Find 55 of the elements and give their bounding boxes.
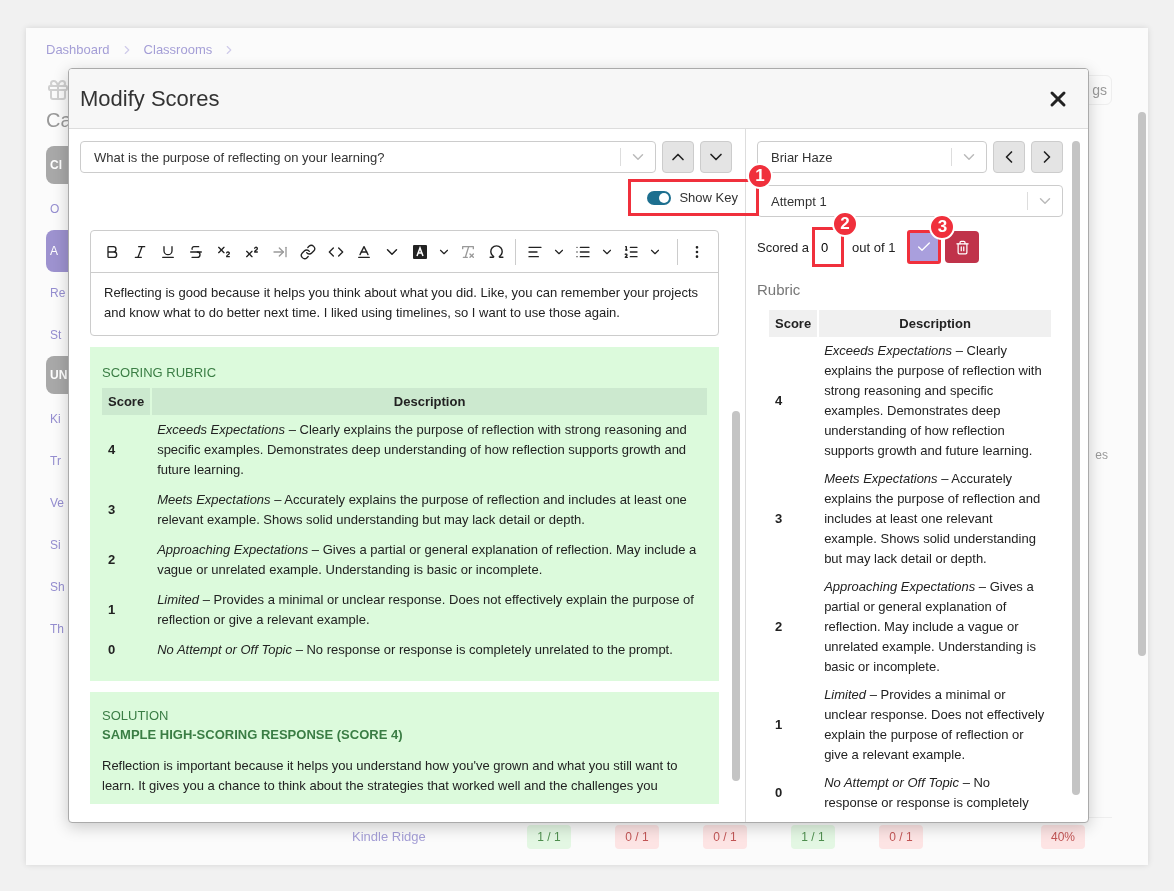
column-header: Score <box>102 388 152 415</box>
next-button[interactable] <box>700 141 732 173</box>
total-pill: 40% <box>1041 824 1085 849</box>
breadcrumb-link[interactable]: Classrooms <box>143 42 213 57</box>
score-cell-text: 0 <box>107 641 117 659</box>
description-cell: Exceeds Expectations – Clearly explains the purpose of reflection with strong reasoning and specific examples. Demonstrates deep understanding of how reflection supports growth and future learning. <box>151 415 707 485</box>
score-pill: 1 / 1 <box>791 824 835 849</box>
solution-subtitle: SAMPLE HIGH-SCORING RESPONSE (SCORE 4) <box>102 727 404 742</box>
column-header: Description <box>818 310 1051 337</box>
score-cell: 4 <box>102 415 152 485</box>
score-cell-text: 2 <box>774 618 784 636</box>
rubric-title: Rubric <box>757 281 802 298</box>
score-total: out of 1 <box>852 239 896 255</box>
callout-badge: 1 <box>747 163 773 189</box>
previous-button[interactable] <box>993 141 1025 173</box>
rubric-title: SCORING RUBRIC <box>102 365 218 380</box>
student-name: Kindle Ridge <box>352 829 427 844</box>
description-cell-text: No Attempt or Off Topic – No response or response is completely unrelated to the prompt. <box>156 641 674 659</box>
breadcrumb-link[interactable]: Dashboard <box>46 42 110 57</box>
column-header: Description <box>151 388 707 415</box>
answer-text: Reflecting is good because it helps you think about what you did. Like, you can remember your projects and know what to do better next time. I liked using timelines, so I want to use those again. <box>103 284 699 322</box>
description-cell-text: Approaching Expectations – Gives a partial or general explanation of reflection. May include a vague or unrelated example. Understanding is basic or incomplete. <box>823 578 1037 676</box>
column-label: es <box>1095 448 1108 462</box>
score-pill: 0 / 1 <box>703 824 747 849</box>
delete-button[interactable] <box>945 231 980 263</box>
score-cell-text: 1 <box>107 601 117 619</box>
description-cell-text: Approaching Expectations – Gives a partial or general explanation of reflection. May include a vague or unrelated example. Understanding is basic or incomplete. <box>156 541 698 579</box>
dropdown-select[interactable]: What is the purpose of reflecting on your learning? <box>80 141 656 173</box>
score-cell: 4 <box>769 337 819 465</box>
score-pill: 1 / 1 <box>527 824 571 849</box>
previous-button[interactable] <box>662 141 694 173</box>
modal-title: Modify Scores <box>80 85 220 112</box>
score-cell-text: 3 <box>107 501 117 519</box>
score-pill: 0 / 1 <box>879 824 923 849</box>
trash-icon <box>954 239 970 255</box>
description-cell-text: Meets Expectations – Accurately explains the purpose of reflection and includes at least one relevant example. Shows solid understanding but may lack detail or depth. <box>823 470 1042 568</box>
rich-text-editor[interactable]: Reflecting is good because it helps you think about what you did. Like, you can remember your projects and know what to do better next time. I liked using timelines, so I want to use those again. <box>90 230 719 336</box>
score-cell-text: 2 <box>107 551 117 569</box>
next-button[interactable] <box>1031 141 1063 173</box>
score-pill: 0 / 1 <box>615 824 659 849</box>
score-cell-text: 1 <box>774 716 784 734</box>
solution-text: Reflection is important because it helps you understand how you've grown and what you still want to learn. It gives you a chance to think about the strategies that worked well and the challenges you <box>102 757 679 795</box>
score-cell-text: 0 <box>774 784 784 802</box>
gift-icon <box>46 78 70 102</box>
solution-title: SOLUTION <box>102 708 170 723</box>
description-cell-text: Meets Expectations – Accurately explains the purpose of reflection and includes at least one relevant example. Shows solid understanding but may lack detail or depth. <box>156 491 688 529</box>
dropdown-select[interactable]: Attempt 1 <box>757 185 1063 217</box>
description-cell-text: Limited – Provides a minimal or unclear response. Does not effectively explain the purpose of reflection or give a relevant example. <box>823 686 1046 764</box>
description-cell: Exceeds Expectations – Clearly explains the purpose of reflection with strong reasoning and specific examples. Demonstrates deep understanding of how reflection supports growth and future learning. <box>818 337 1051 465</box>
score-cell-text: 3 <box>774 510 784 528</box>
description-cell-text: Limited – Provides a minimal or unclear response. Does not effectively explain the purpose of reflection or give a relevant example. <box>156 591 695 629</box>
column-header: Score <box>769 310 819 337</box>
save-button[interactable] <box>907 230 942 264</box>
score-label: Scored a <box>757 239 810 255</box>
description-cell-text: No Attempt or Off Topic – No response or response is completely <box>823 774 1030 812</box>
